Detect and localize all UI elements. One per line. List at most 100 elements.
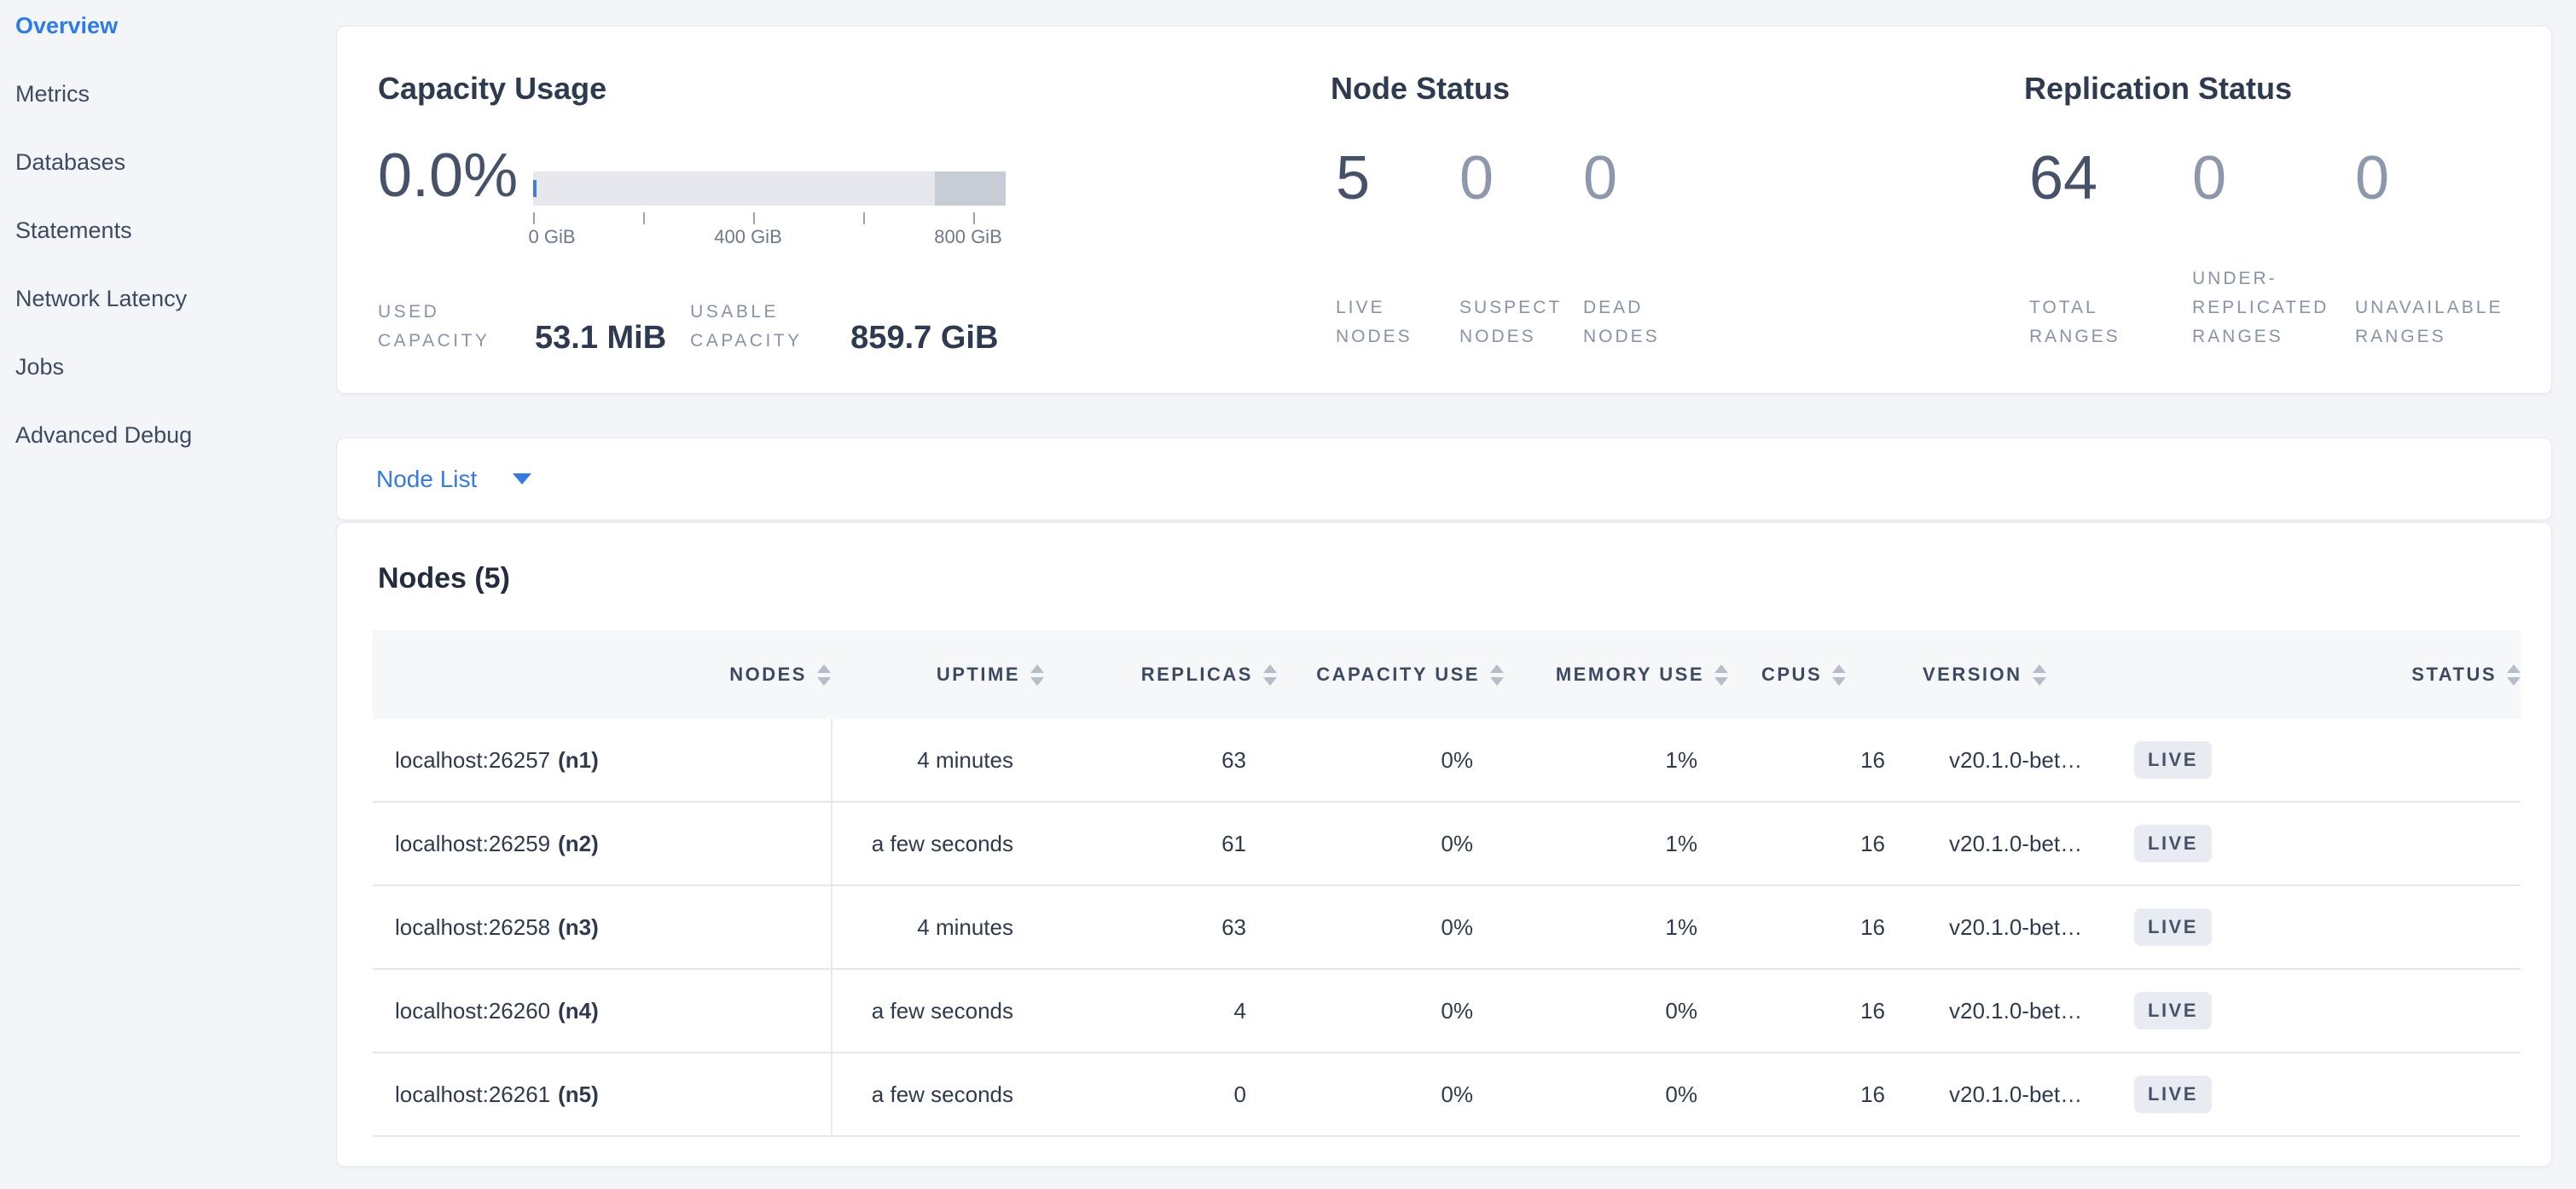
node-address: localhost:26257: [395, 747, 550, 774]
nodes-table: NODES UPTIME REPLICAS CAPACITY USE: [373, 630, 2521, 1137]
axis-label: 800 GiB: [934, 226, 1002, 248]
sidebar: Overview Metrics Databases Statements Ne…: [15, 14, 322, 491]
status-cell: LIVE: [2131, 803, 2521, 884]
table-row: localhost:26258 (n3) 4 minutes 63 0% 1% …: [373, 886, 2521, 970]
memory-use-cell: 1%: [1504, 886, 1728, 968]
table-row: localhost:26261 (n5) a few seconds 0 0% …: [373, 1053, 2521, 1137]
replicas-cell: 61: [1044, 803, 1277, 884]
node-id: (n1): [558, 747, 599, 774]
table-header-row: NODES UPTIME REPLICAS CAPACITY USE: [373, 630, 2521, 719]
column-header[interactable]: MEMORY USE: [1504, 630, 1728, 719]
replicas-cell: 63: [1044, 886, 1277, 968]
column-header-label: STATUS: [2411, 664, 2497, 686]
sidebar-item[interactable]: Statements: [15, 218, 322, 242]
column-header[interactable]: REPLICAS: [1044, 630, 1277, 719]
version-cell: v20.1.0-bet…: [1916, 886, 2131, 968]
column-header[interactable]: NODES: [373, 630, 831, 719]
node-status-stat: 5 LIVE NODES: [1336, 26, 1459, 393]
axis-tick: [863, 212, 865, 224]
node-address: localhost:26258: [395, 914, 550, 941]
sort-icon: [817, 664, 831, 686]
usable-capacity-label: USABLE CAPACITY: [690, 298, 833, 356]
sidebar-item[interactable]: Metrics: [15, 82, 322, 106]
stat-label: LIVE NODES: [1336, 293, 1459, 351]
column-header[interactable]: CPUS: [1728, 630, 1916, 719]
status-badge: LIVE: [2134, 1076, 2212, 1113]
memory-use-cell: 1%: [1504, 719, 1728, 801]
capacity-use-cell: 0%: [1277, 886, 1504, 968]
version-cell: v20.1.0-bet…: [1916, 719, 2131, 801]
status-badge: LIVE: [2134, 741, 2212, 779]
node-name-cell[interactable]: localhost:26258 (n3): [373, 886, 831, 968]
stat-value: 0: [2355, 145, 2518, 212]
sidebar-item[interactable]: Network Latency: [15, 287, 322, 310]
sort-icon: [2507, 664, 2521, 686]
column-header-label: VERSION: [1923, 664, 2022, 686]
capacity-usage-section: Capacity Usage 0.0% 0 GiB 400 GiB 800 Gi…: [378, 26, 1316, 393]
capacity-use-cell: 0%: [1277, 803, 1504, 884]
node-name-cell[interactable]: localhost:26257 (n1): [373, 719, 831, 801]
uptime-cell: a few seconds: [831, 803, 1044, 884]
capacity-usage-bar-chart: 0 GiB 400 GiB 800 GiB: [533, 171, 1006, 252]
sidebar-item[interactable]: Overview: [15, 14, 322, 38]
sidebar-nav: Overview Metrics Databases Statements Ne…: [15, 14, 322, 447]
capacity-bar-other-segment: [935, 171, 1006, 206]
node-name-cell[interactable]: localhost:26259 (n2): [373, 803, 831, 884]
node-status-section: Node Status 5 LIVE NODES 0 SUSPECT NODES…: [1331, 26, 1928, 393]
node-status-stat: 0 SUSPECT NODES: [1459, 26, 1583, 393]
node-list-dropdown[interactable]: Node List: [337, 438, 2551, 519]
stat-label: TOTAL RANGES: [2029, 293, 2192, 351]
status-cell: LIVE: [2131, 886, 2521, 968]
stat-value: 64: [2029, 145, 2192, 212]
uptime-cell: 4 minutes: [831, 719, 1044, 801]
status-badge: LIVE: [2134, 908, 2212, 946]
stat-label: SUSPECT NODES: [1459, 293, 1583, 351]
stat-value: 5: [1336, 145, 1459, 212]
stat-label: DEAD NODES: [1583, 293, 1707, 351]
status-cell: LIVE: [2131, 719, 2521, 801]
sidebar-item[interactable]: Databases: [15, 150, 322, 174]
column-header[interactable]: STATUS: [2131, 630, 2521, 719]
used-capacity-value: 53.1 MiB: [535, 322, 666, 356]
node-name-cell[interactable]: localhost:26260 (n4): [373, 970, 831, 1052]
status-cell: LIVE: [2131, 1053, 2521, 1135]
cpus-cell: 16: [1728, 1053, 1916, 1135]
version-cell: v20.1.0-bet…: [1916, 970, 2131, 1052]
capacity-bar-track: [533, 171, 1006, 206]
sort-icon: [1030, 664, 1044, 686]
status-badge: LIVE: [2134, 825, 2212, 862]
nodes-title: Nodes (5): [378, 562, 510, 595]
node-id: (n4): [558, 998, 599, 1024]
uptime-cell: 4 minutes: [831, 886, 1044, 968]
sort-icon: [1832, 664, 1846, 686]
capacity-axis-ticks: [533, 206, 1006, 226]
capacity-usage-title: Capacity Usage: [378, 71, 606, 107]
axis-label: 0 GiB: [528, 226, 575, 248]
table-body: localhost:26257 (n1) 4 minutes 63 0% 1% …: [373, 719, 2521, 1137]
stat-value: 0: [1583, 145, 1707, 212]
replicas-cell: 0: [1044, 1053, 1277, 1135]
node-name-cell[interactable]: localhost:26261 (n5): [373, 1053, 831, 1135]
node-id: (n5): [558, 1082, 599, 1108]
table-row: localhost:26257 (n1) 4 minutes 63 0% 1% …: [373, 719, 2521, 803]
column-header[interactable]: UPTIME: [831, 630, 1044, 719]
capacity-use-cell: 0%: [1277, 719, 1504, 801]
sort-icon: [1263, 664, 1277, 686]
memory-use-cell: 0%: [1504, 1053, 1728, 1135]
axis-tick: [643, 212, 645, 224]
column-header[interactable]: CAPACITY USE: [1277, 630, 1504, 719]
replication-stat: 0 UNDER-REPLICATED RANGES: [2192, 26, 2355, 393]
stat-value: 0: [2192, 145, 2355, 212]
sort-icon: [1490, 664, 1504, 686]
table-row: localhost:26259 (n2) a few seconds 61 0%…: [373, 803, 2521, 886]
node-id: (n2): [558, 831, 599, 857]
replication-status-section: Replication Status 64 TOTAL RANGES 0 UND…: [2024, 26, 2553, 393]
column-header[interactable]: VERSION: [1916, 630, 2131, 719]
sidebar-item[interactable]: Jobs: [15, 355, 322, 379]
capacity-bar-used: [533, 180, 537, 197]
nodes-panel: Nodes (5) NODES UPTIME REPLICAS: [336, 522, 2552, 1167]
stat-value: 0: [1459, 145, 1583, 212]
cluster-summary-panel: Capacity Usage 0.0% 0 GiB 400 GiB 800 Gi…: [336, 26, 2552, 394]
memory-use-cell: 1%: [1504, 803, 1728, 884]
sidebar-item[interactable]: Advanced Debug: [15, 423, 322, 447]
